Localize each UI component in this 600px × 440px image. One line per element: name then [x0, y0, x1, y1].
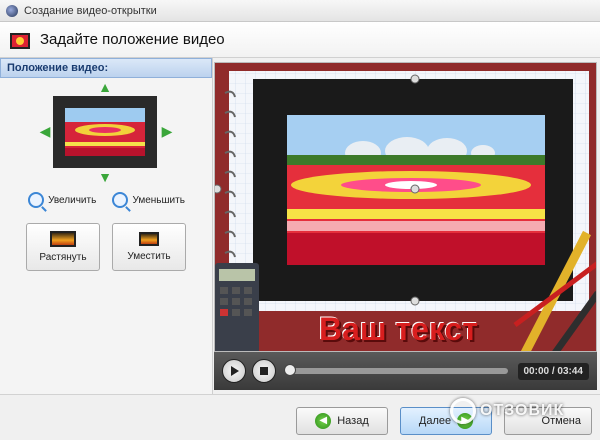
- back-arrow-icon: ◀: [315, 413, 332, 429]
- stop-button[interactable]: [252, 359, 276, 383]
- zoom-out-button[interactable]: Уменьшить: [112, 192, 185, 208]
- move-right-arrow-icon[interactable]: ▶: [160, 124, 174, 138]
- seek-knob[interactable]: [284, 364, 296, 376]
- window-title: Создание видео-открытки: [24, 4, 157, 17]
- seek-bar[interactable]: [284, 364, 508, 376]
- step-header: Задайте положение видео: [0, 22, 600, 58]
- position-panel-heading: Положение видео:: [0, 58, 212, 78]
- step-title: Задайте положение видео: [40, 31, 225, 48]
- video-frame-icon: [10, 29, 32, 51]
- stop-icon: [260, 367, 268, 375]
- cancel-button[interactable]: Отмена: [504, 407, 592, 435]
- move-left-arrow-icon[interactable]: ◀: [38, 124, 52, 138]
- next-button[interactable]: Далее ▶: [400, 407, 492, 435]
- zoom-in-button[interactable]: Увеличить: [28, 192, 96, 208]
- fit-button[interactable]: Уместить: [112, 223, 186, 271]
- overlay-caption: Ваш текст: [319, 311, 478, 347]
- zoom-in-icon: [28, 192, 45, 208]
- window-titlebar: Создание видео-открытки: [0, 0, 600, 22]
- fit-label: Уместить: [127, 251, 171, 262]
- zoom-controls: Увеличить Уменьшить: [0, 192, 213, 208]
- next-arrow-icon: ▶: [457, 413, 474, 429]
- stretch-icon: [50, 231, 76, 247]
- play-button[interactable]: [222, 359, 246, 383]
- wizard-footer: ◀ Назад Далее ▶ Отмена: [0, 394, 600, 440]
- position-thumbnail: [53, 96, 157, 168]
- cancel-label: Отмена: [541, 415, 581, 427]
- move-down-arrow-icon[interactable]: ▼: [98, 170, 112, 184]
- stretch-button[interactable]: Растянуть: [26, 223, 100, 271]
- back-button[interactable]: ◀ Назад: [296, 407, 388, 435]
- position-panel: Положение видео: ▲ ◀ ▶ ▼ Увеличить Умень…: [0, 58, 213, 394]
- video-preview: Ваш текст: [214, 62, 597, 352]
- stretch-label: Растянуть: [39, 252, 87, 263]
- postcard-background: [215, 63, 596, 351]
- play-icon: [231, 366, 239, 376]
- zoom-out-icon: [112, 192, 129, 208]
- zoom-out-label: Уменьшить: [132, 194, 185, 206]
- next-label: Далее: [418, 415, 452, 427]
- playback-time: 00:00 / 03:44: [517, 362, 589, 380]
- fit-icon: [139, 232, 159, 246]
- back-label: Назад: [337, 415, 369, 427]
- player-controls: 00:00 / 03:44: [214, 352, 597, 390]
- move-up-arrow-icon[interactable]: ▲: [98, 80, 112, 94]
- flower-garden-thumbnail: [65, 108, 145, 156]
- app-icon: [6, 4, 18, 17]
- zoom-in-label: Увеличить: [48, 194, 97, 206]
